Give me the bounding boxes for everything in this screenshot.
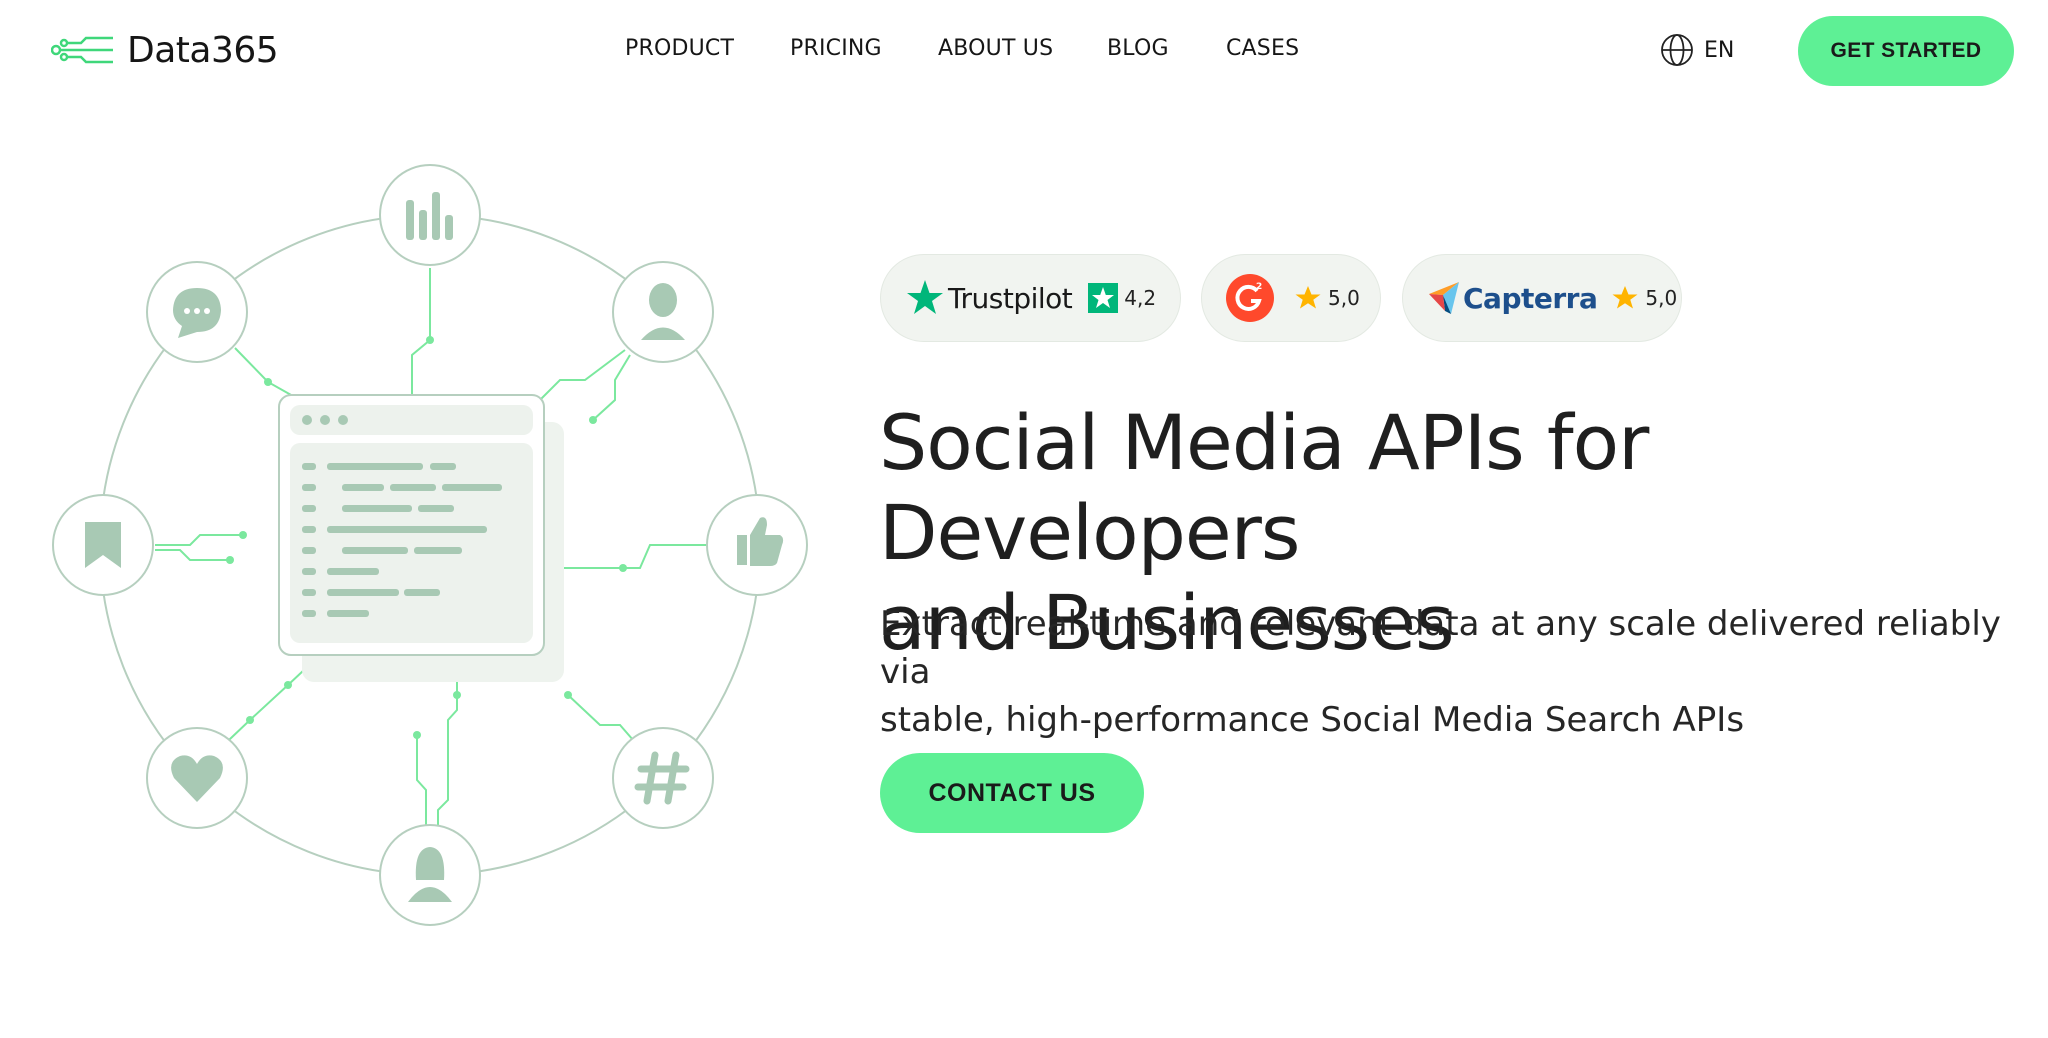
g2-logo-icon: 2 xyxy=(1226,274,1274,322)
trustpilot-square-star-icon xyxy=(1088,283,1119,313)
language-label: EN xyxy=(1704,37,1735,63)
star-icon xyxy=(1612,286,1638,309)
site-header: Data365 PRODUCT PRICING ABOUT US BLOG CA… xyxy=(0,0,2048,100)
capterra-badge[interactable]: Capterra 5,0 xyxy=(1402,254,1682,342)
g2-badge[interactable]: 2 5,0 xyxy=(1201,254,1381,342)
capterra-name: Capterra xyxy=(1463,281,1598,315)
get-started-button[interactable]: GET STARTED xyxy=(1798,16,2014,86)
social-network-illustration xyxy=(52,164,808,926)
hero-subtitle: Extract real-time and relevant data at a… xyxy=(880,600,2020,744)
trustpilot-name: Trustpilot xyxy=(948,281,1073,315)
hero-title-line-1: Social Media APIs for Developers xyxy=(879,398,1649,577)
thumbs-up-icon xyxy=(706,494,808,596)
language-switcher[interactable]: EN xyxy=(1660,33,1734,67)
code-window xyxy=(278,394,564,682)
user-female-icon xyxy=(379,824,481,926)
nav-item-pricing[interactable]: PRICING xyxy=(790,36,882,61)
nav-item-blog[interactable]: BLOG xyxy=(1107,36,1169,61)
trustpilot-badge[interactable]: Trustpilot 4,2 xyxy=(880,254,1181,342)
nav-item-cases[interactable]: CASES xyxy=(1226,36,1299,61)
contact-us-button[interactable]: CONTACT US xyxy=(880,753,1144,833)
star-icon xyxy=(1295,286,1321,309)
nav-item-product[interactable]: PRODUCT xyxy=(625,36,734,61)
trustpilot-score: 4,2 xyxy=(1124,286,1157,310)
globe-icon xyxy=(1661,34,1693,66)
bookmark-icon xyxy=(52,494,154,596)
hero-subtitle-line-1: Extract real-time and relevant data at a… xyxy=(880,604,2001,692)
user-male-icon xyxy=(612,261,714,363)
svg-text:2: 2 xyxy=(1256,282,1262,292)
g2-score: 5,0 xyxy=(1328,286,1360,310)
main-nav: PRODUCT PRICING ABOUT US BLOG CASES xyxy=(0,36,2048,64)
heart-icon xyxy=(146,727,248,829)
trustpilot-star-icon xyxy=(907,280,943,314)
bar-chart-icon xyxy=(379,164,481,266)
nav-item-about-us[interactable]: ABOUT US xyxy=(938,36,1053,61)
hashtag-icon xyxy=(612,727,714,829)
capterra-score: 5,0 xyxy=(1645,286,1678,310)
capterra-arrow-icon xyxy=(1429,282,1459,314)
hero-subtitle-line-2: stable, high-performance Social Media Se… xyxy=(880,700,1745,740)
chat-bubble-icon xyxy=(146,261,248,363)
